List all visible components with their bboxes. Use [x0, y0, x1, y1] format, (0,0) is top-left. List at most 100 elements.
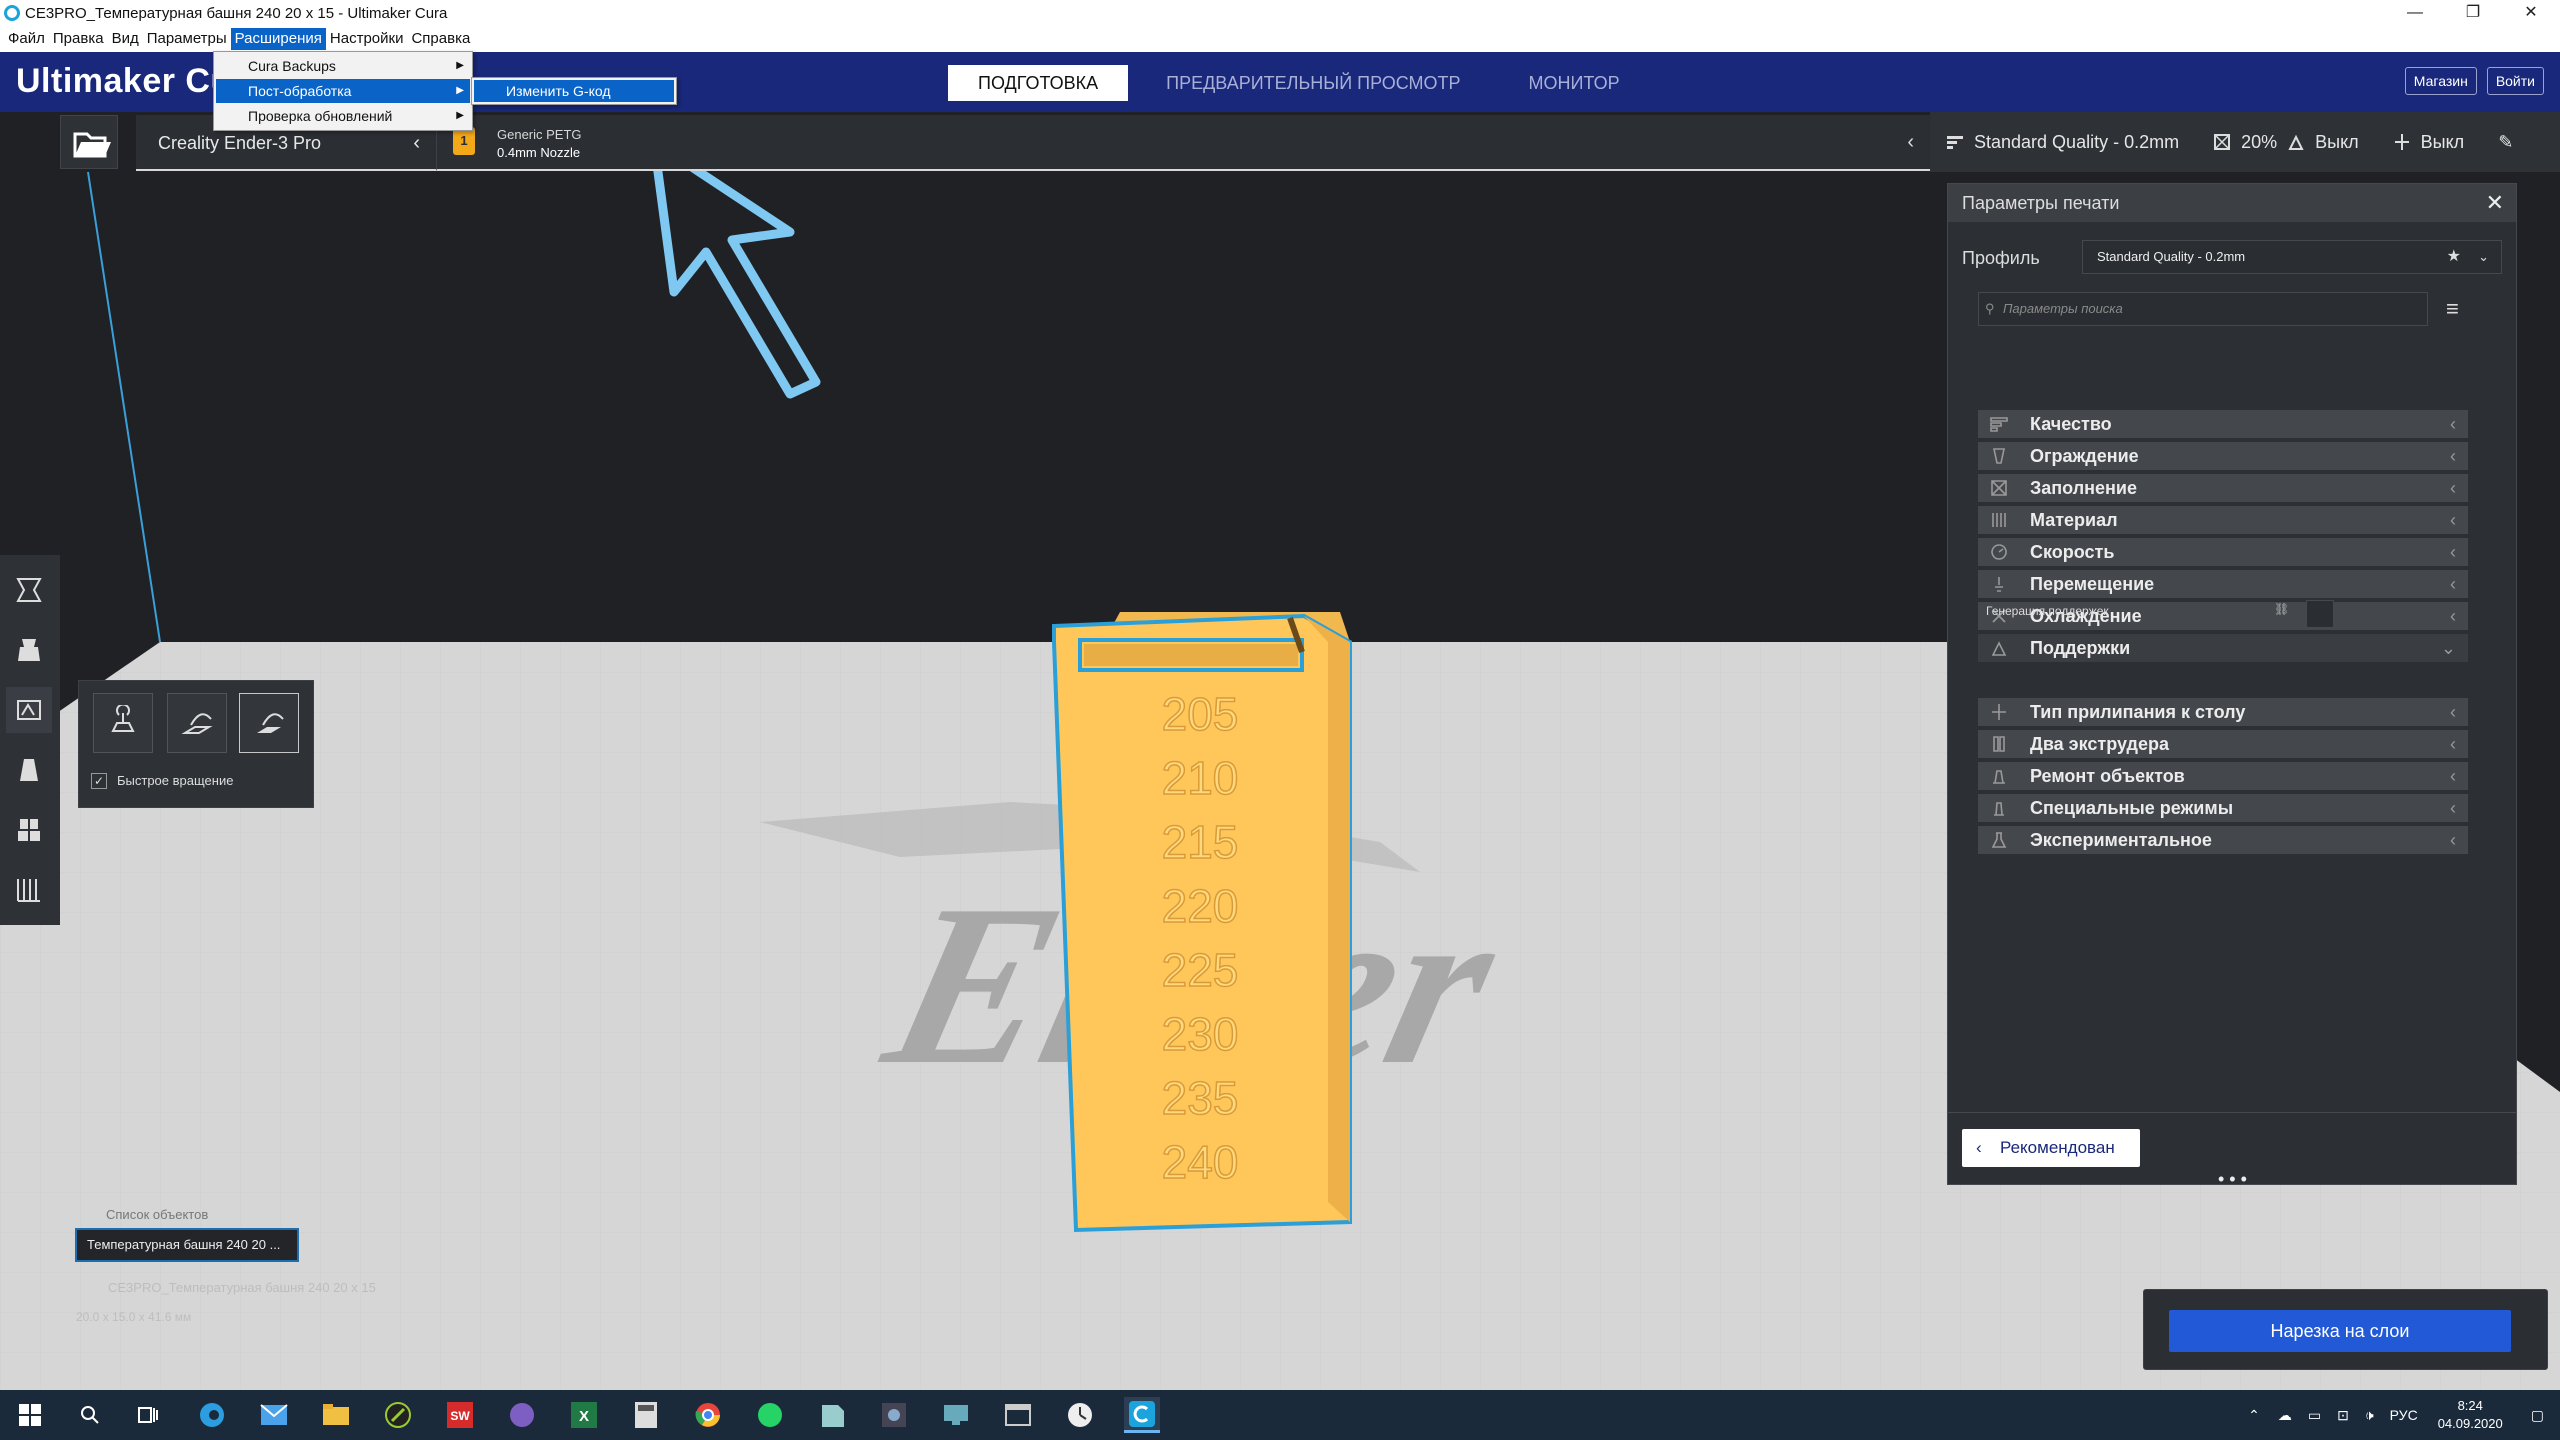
mirror-tool-button[interactable]: [6, 747, 52, 793]
printer-name: Creality Ender-3 Pro: [158, 133, 322, 153]
settings-search-input[interactable]: ⚲ Параметры поиска: [1978, 292, 2428, 326]
taskbar-explorer[interactable]: [318, 1397, 354, 1433]
object-list-title[interactable]: Список объектов: [106, 1207, 208, 1222]
slice-button[interactable]: Нарезка на слои: [2169, 1310, 2511, 1352]
menu-edit[interactable]: Правка: [49, 28, 108, 50]
link-icon[interactable]: ⛓: [2274, 602, 2289, 616]
settings-category-label: Два экструдера: [2030, 734, 2169, 754]
taskbar-app-1[interactable]: [814, 1397, 850, 1433]
sign-in-button[interactable]: Войти: [2486, 67, 2544, 95]
taskbar-clock[interactable]: 8:24 04.09.2020: [2438, 1397, 2503, 1433]
menu-view[interactable]: Вид: [108, 28, 143, 50]
rotate-tool-button[interactable]: [6, 687, 52, 733]
notifications-icon[interactable]: ▢: [2531, 1407, 2544, 1424]
move-tool-button[interactable]: [6, 567, 52, 613]
taskbar-search-button[interactable]: [72, 1397, 108, 1433]
reset-rotation-button[interactable]: [93, 693, 153, 753]
tab-preview[interactable]: ПРЕДВАРИТЕЛЬНЫЙ ПРОСМОТР: [1136, 65, 1490, 101]
menu-help[interactable]: Справка: [407, 28, 474, 50]
taskbar-solidworks[interactable]: SW: [442, 1397, 478, 1433]
move-icon: [16, 578, 42, 602]
cloud-icon[interactable]: ☁: [2278, 1407, 2292, 1424]
recommended-button[interactable]: ‹ Рекомендован: [1962, 1129, 2140, 1167]
marketplace-button[interactable]: Магазин: [2404, 67, 2477, 95]
network-icon[interactable]: ⊡: [2337, 1407, 2349, 1424]
settings-category[interactable]: Специальные режимы ‹: [1978, 794, 2468, 822]
taskbar-inkscape[interactable]: [380, 1397, 416, 1433]
maximize-button[interactable]: ❐: [2444, 0, 2502, 26]
settings-category[interactable]: Два экструдера ‹: [1978, 730, 2468, 758]
menu-preferences[interactable]: Настройки: [326, 28, 408, 50]
chevron-left-icon: ‹: [1976, 1138, 1982, 1157]
annotation-arrow: [649, 137, 821, 399]
settings-category[interactable]: Ограждение ‹: [1978, 442, 2468, 470]
tab-monitor[interactable]: МОНИТОР: [1499, 65, 1650, 101]
select-face-button[interactable]: [239, 693, 299, 753]
volume-icon[interactable]: 🕩: [2365, 1407, 2374, 1424]
settings-category-label: Экспериментальное: [2030, 830, 2212, 850]
taskbar-app-3[interactable]: [938, 1397, 974, 1433]
minimize-button[interactable]: —: [2386, 0, 2444, 26]
menu-settings[interactable]: Параметры: [143, 28, 231, 50]
menu-item-post-processing[interactable]: Пост-обработка ▶: [216, 79, 470, 103]
snap-rotation-checkbox[interactable]: ✓: [91, 773, 107, 789]
quality-profile-label: Standard Quality - 0.2mm: [1974, 131, 2180, 152]
menu-item-update-check[interactable]: Проверка обновлений ▶: [216, 104, 470, 128]
language-indicator[interactable]: РУС: [2390, 1407, 2418, 1423]
close-button[interactable]: ✕: [2502, 0, 2560, 26]
menu-item-modify-gcode[interactable]: Изменить G-код: [474, 80, 674, 102]
menu-item-cura-backups[interactable]: Cura Backups ▶: [216, 54, 470, 78]
infill-value: 20%: [2241, 131, 2278, 152]
settings-category[interactable]: Ремонт объектов ‹: [1978, 762, 2468, 790]
close-icon[interactable]: ✕: [2486, 184, 2504, 222]
battery-icon[interactable]: ▭: [2308, 1407, 2321, 1424]
object-dimensions: 20.0 x 15.0 x 41.6 мм: [76, 1310, 192, 1324]
taskbar-excel[interactable]: X: [566, 1397, 602, 1433]
object-list-item[interactable]: Температурная башня 240 20 ...: [75, 1228, 299, 1262]
profile-dropdown[interactable]: Standard Quality - 0.2mm ★ ⌄: [2082, 240, 2502, 274]
settings-category[interactable]: Перемещение ‹: [1978, 570, 2468, 598]
taskbar-mail[interactable]: [256, 1397, 292, 1433]
nozzle-name: 0.4mm Nozzle: [497, 145, 581, 160]
temperature-tower-model[interactable]: 205 210 215 220 225 230 235 240: [1040, 602, 1360, 1332]
settings-category[interactable]: Скорость ‹: [1978, 538, 2468, 566]
per-model-settings-button[interactable]: [6, 807, 52, 853]
taskbar-whatsapp[interactable]: [752, 1397, 788, 1433]
start-button[interactable]: [12, 1397, 48, 1433]
settings-category[interactable]: Заполнение ‹: [1978, 474, 2468, 502]
star-icon[interactable]: ★: [2447, 241, 2461, 273]
print-settings-summary[interactable]: Standard Quality - 0.2mm 20% Выкл Выкл ✎: [1930, 112, 2560, 172]
task-view-button[interactable]: [130, 1397, 166, 1433]
chevron-up-icon[interactable]: ⌃: [2248, 1407, 2260, 1424]
material-selector[interactable]: 1 Generic PETG 0.4mm Nozzle ‹: [436, 115, 1930, 171]
search-placeholder: Параметры поиска: [2003, 301, 2123, 316]
settings-category[interactable]: Материал ‹: [1978, 506, 2468, 534]
tab-prepare[interactable]: ПОДГОТОВКА: [948, 65, 1129, 101]
quality-icon: [1947, 136, 1963, 149]
support-icon: [2288, 134, 2304, 150]
taskbar-cura[interactable]: [1124, 1397, 1160, 1433]
settings-visibility-menu-icon[interactable]: ≡: [2446, 296, 2459, 322]
resize-handle-icon[interactable]: • • •: [2218, 1169, 2247, 1190]
taskbar-clock-app[interactable]: [1062, 1397, 1098, 1433]
settings-category[interactable]: Поддержки ⌄: [1978, 634, 2468, 662]
taskbar-edge[interactable]: [194, 1397, 230, 1433]
support-blocker-button[interactable]: [6, 867, 52, 913]
taskbar-chrome[interactable]: [690, 1397, 726, 1433]
scale-tool-button[interactable]: [6, 627, 52, 673]
taskbar-app-4[interactable]: [1000, 1397, 1036, 1433]
settings-category[interactable]: Тип прилипания к столу ‹: [1978, 698, 2468, 726]
travel-icon: [1995, 577, 2003, 592]
lay-flat-button[interactable]: [167, 693, 227, 753]
support-generation-checkbox[interactable]: [2306, 600, 2334, 628]
taskbar-viber[interactable]: [504, 1397, 540, 1433]
menu-extensions[interactable]: Расширения: [230, 28, 326, 50]
taskbar-calculator[interactable]: [628, 1397, 664, 1433]
settings-category[interactable]: Качество ‹: [1978, 410, 2468, 438]
chevron-down-icon: ⌄: [2478, 249, 2489, 264]
settings-category[interactable]: Экспериментальное ‹: [1978, 826, 2468, 854]
open-file-button[interactable]: [60, 115, 118, 169]
menu-file[interactable]: Файл: [4, 28, 49, 50]
pencil-icon[interactable]: ✎: [2498, 132, 2513, 153]
taskbar-app-2[interactable]: [876, 1397, 912, 1433]
